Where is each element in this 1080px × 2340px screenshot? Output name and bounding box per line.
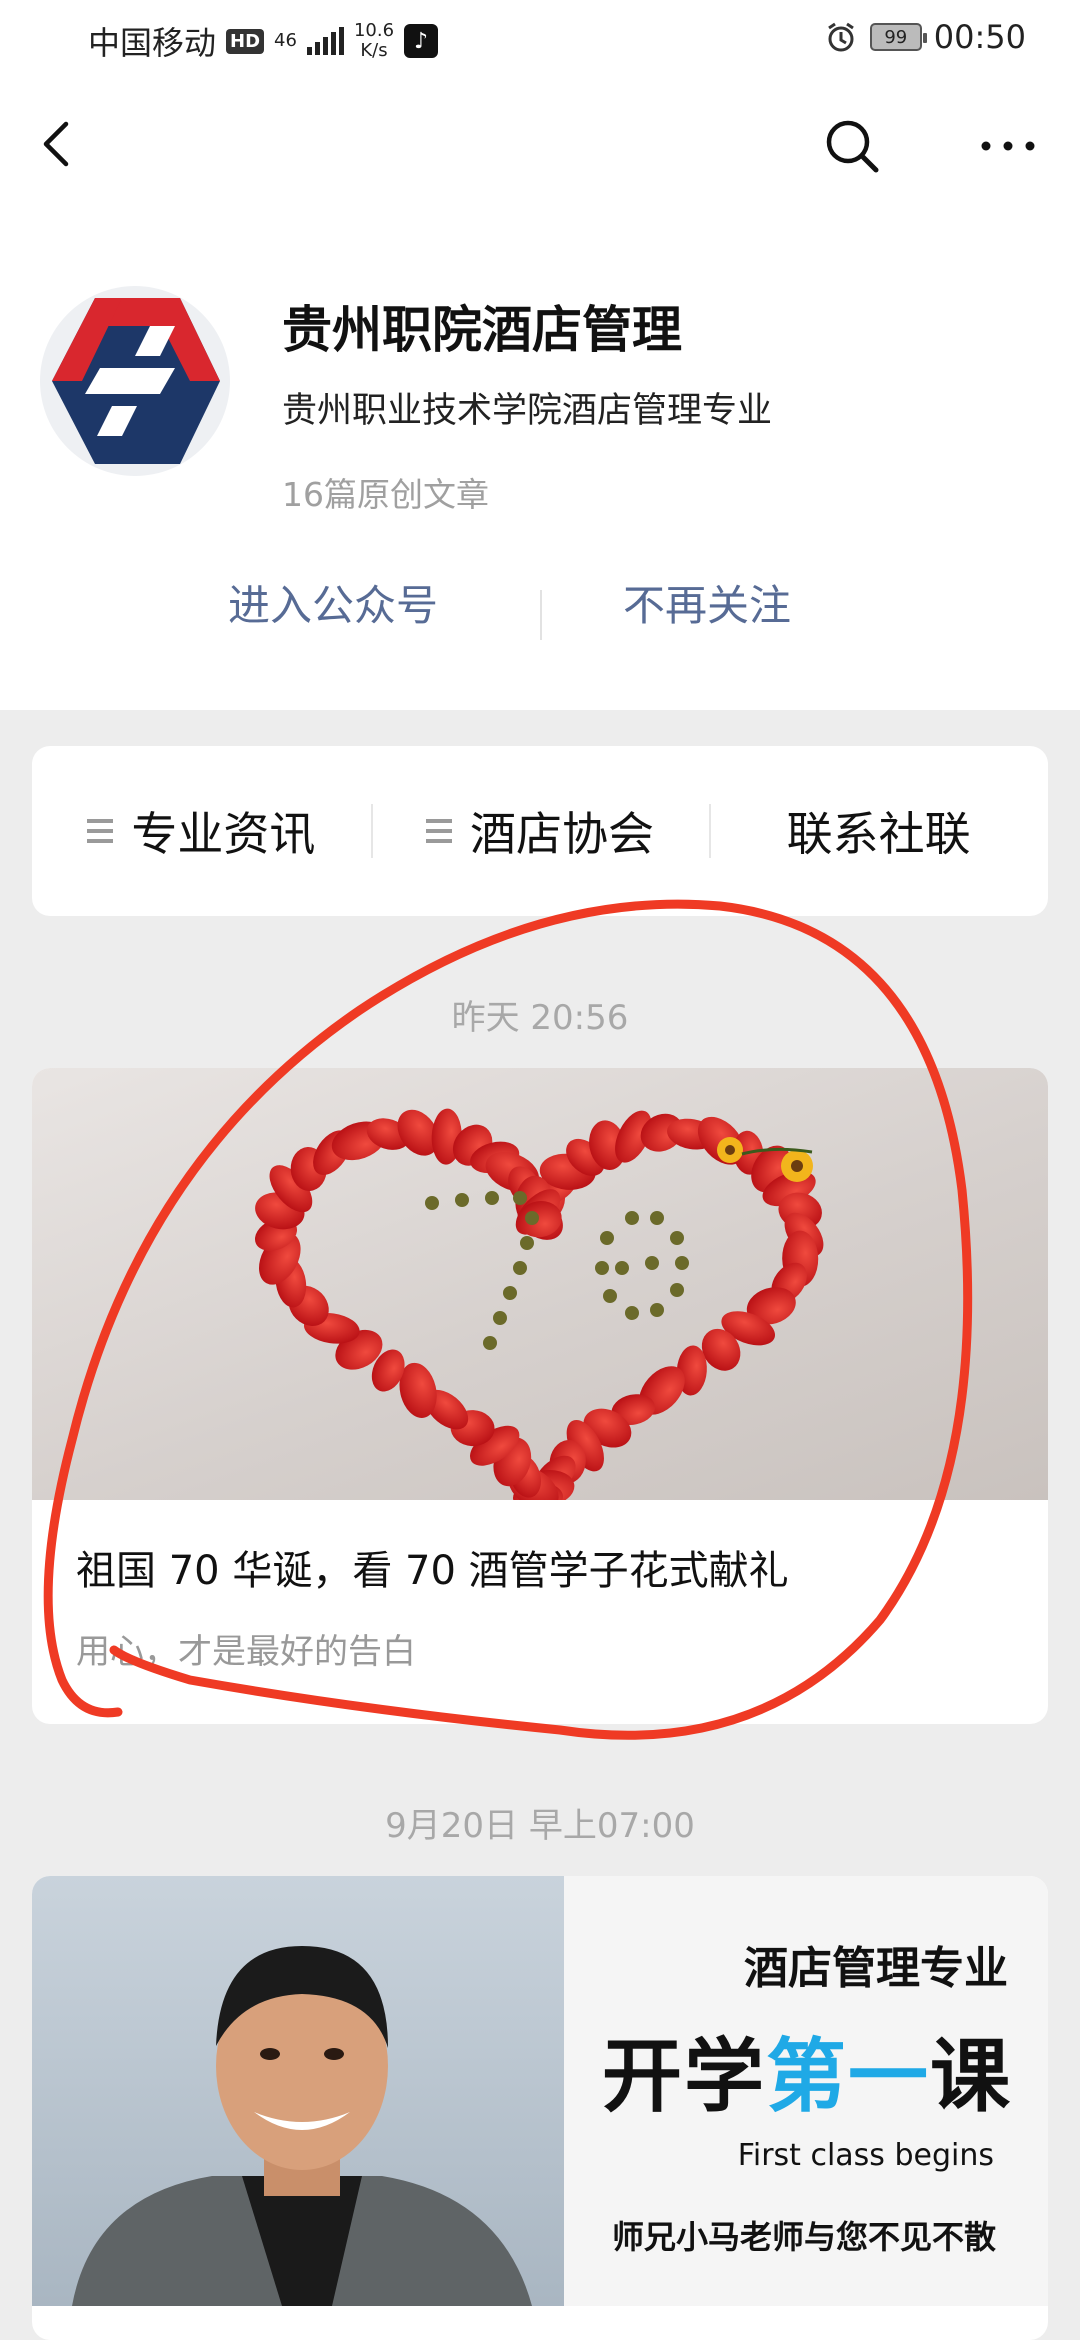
search-icon[interactable] xyxy=(820,114,884,178)
article-card[interactable]: 祖国 70 华诞，看 70 酒管学子花式献礼 用心，才是最好的告白 xyxy=(32,1068,1048,1724)
status-left: 中国移动 HD 46 10.6 K/s ♪ xyxy=(88,18,439,64)
profile-actions: 进入公众号 不再关注 xyxy=(0,572,1080,662)
menu-item-label: 酒店协会 xyxy=(470,807,654,861)
menu-item-professional-news[interactable]: 专业资讯 xyxy=(32,746,371,916)
network-speed: 10.6 K/s xyxy=(354,21,394,61)
cover-heading: 酒店管理专业 xyxy=(744,1943,1008,1994)
actions-divider xyxy=(540,590,542,640)
article-timestamp: 昨天 20:56 xyxy=(451,998,629,1038)
person-portrait-image xyxy=(72,1946,532,2306)
network-speed-value: 10.6 xyxy=(353,20,395,41)
list-icon xyxy=(426,819,452,843)
article-count: 16篇原创文章 xyxy=(282,475,489,514)
network-type: 46 xyxy=(274,30,297,51)
account-logo-icon xyxy=(52,298,220,464)
signal-icon xyxy=(306,27,344,55)
rose-petal-heart-image xyxy=(254,1108,824,1500)
cover-footer-text: 师兄小马老师与您不见不散 xyxy=(611,2218,996,2256)
cover-title-accent: 第一 xyxy=(766,2030,930,2123)
account-menu: 专业资讯 酒店协会 联系社联 xyxy=(32,746,1048,916)
cover-title: 开学第一课 xyxy=(602,2012,1012,2128)
status-bar: 中国移动 HD 46 10.6 K/s ♪ 99 00:50 xyxy=(0,0,1080,80)
menu-item-label: 联系社联 xyxy=(786,807,971,861)
account-profile-header: 贵州职院酒店管理 贵州职业技术学院酒店管理专业 16篇原创文章 进入公众号 不再… xyxy=(0,210,1080,710)
clock: 00:50 xyxy=(933,18,1026,56)
battery-level: 99 xyxy=(884,26,908,48)
article-subtitle: 用心，才是最好的告白 xyxy=(76,1632,416,1672)
menu-item-contact-union[interactable]: 联系社联 xyxy=(709,746,1048,916)
wechat-account-profile-screen: 中国移动 HD 46 10.6 K/s ♪ 99 00:50 贵州职院酒店管理 … xyxy=(0,0,1080,2340)
avatar[interactable] xyxy=(40,286,230,476)
back-arrow-icon[interactable] xyxy=(28,114,88,174)
menu-item-hotel-association[interactable]: 酒店协会 xyxy=(370,746,710,916)
status-right: 99 00:50 xyxy=(824,18,1026,56)
top-nav-bar xyxy=(0,80,1080,210)
article-cover-image[interactable] xyxy=(32,1068,1048,1500)
tiktok-icon: ♪ xyxy=(404,24,439,58)
carrier-name: 中国移动 xyxy=(88,24,217,62)
account-description: 贵州职业技术学院酒店管理专业 xyxy=(282,391,773,431)
article-card[interactable]: 酒店管理专业 开学第一课 First class begins 师兄小马老师与您… xyxy=(32,1876,1048,2340)
cover-title-part2: 课 xyxy=(930,2030,1012,2123)
hd-icon: HD xyxy=(226,28,265,54)
cover-english-caption: First class begins xyxy=(737,2138,994,2173)
account-name: 贵州职院酒店管理 xyxy=(282,301,682,359)
article-timestamp: 9月20日 早上07:00 xyxy=(385,1806,695,1846)
alarm-icon xyxy=(827,22,854,52)
unfollow-button[interactable]: 不再关注 xyxy=(623,572,791,633)
cover-title-part1: 开学 xyxy=(602,2030,766,2123)
teacher-photo xyxy=(32,1876,564,2306)
enter-account-button[interactable]: 进入公众号 xyxy=(228,572,438,633)
more-icon[interactable] xyxy=(976,114,1040,178)
article-title[interactable]: 祖国 70 华诞，看 70 酒管学子花式献礼 xyxy=(76,1538,789,1596)
list-icon xyxy=(87,819,114,843)
battery-icon: 99 xyxy=(869,23,927,51)
cover-text-panel: 酒店管理专业 开学第一课 First class begins 师兄小马老师与您… xyxy=(564,1876,1048,2306)
menu-item-label: 专业资讯 xyxy=(131,807,316,861)
article-cover-image[interactable]: 酒店管理专业 开学第一课 First class begins 师兄小马老师与您… xyxy=(32,1876,1048,2306)
network-speed-unit: K/s xyxy=(360,40,388,61)
